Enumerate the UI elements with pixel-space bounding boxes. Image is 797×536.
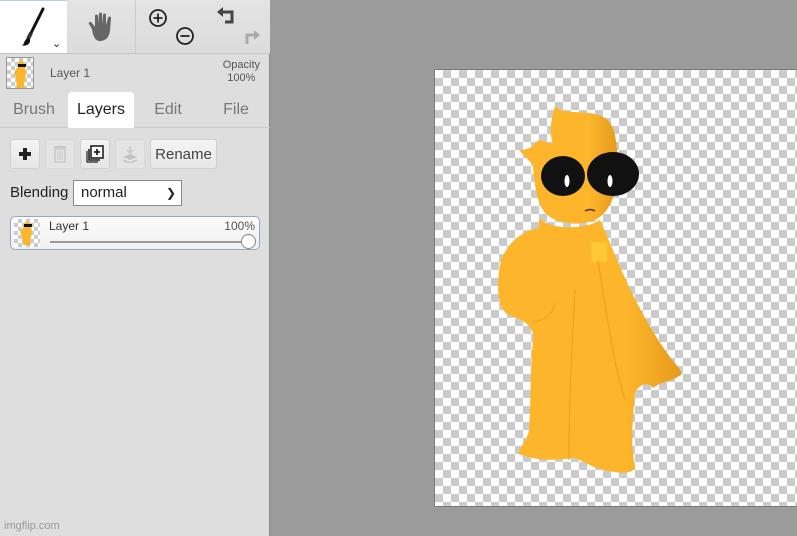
chevron-down-icon: ❯	[165, 186, 176, 200]
sidebar: ⌄ Layer 1 Opacity 100% Brush Layers Edit…	[0, 0, 270, 536]
merge-down-button[interactable]	[115, 139, 145, 169]
merge-down-icon	[122, 146, 138, 163]
delete-layer-button[interactable]	[45, 139, 75, 169]
layer-name: Layer 1	[49, 219, 90, 233]
brush-tool-button[interactable]: ⌄	[0, 0, 67, 53]
blending-label: Blending	[10, 184, 69, 201]
tab-file[interactable]: File	[206, 92, 266, 128]
layer-opacity-slider-handle[interactable]	[241, 234, 256, 249]
plus-icon	[19, 148, 31, 160]
zoom-in-icon[interactable]	[149, 8, 167, 27]
layer-thumbnail	[14, 219, 40, 247]
duplicate-layer-button[interactable]	[80, 139, 110, 169]
panel-tabs: Brush Layers Edit File	[0, 92, 270, 128]
layer-opacity-slider[interactable]	[50, 241, 248, 243]
tab-layers[interactable]: Layers	[68, 92, 134, 128]
tab-brush[interactable]: Brush	[4, 92, 64, 128]
hand-tool-button[interactable]	[67, 0, 135, 53]
watermark: imgflip.com	[4, 520, 60, 532]
blending-mode-value: normal	[81, 184, 127, 201]
undo-icon[interactable]	[217, 6, 234, 23]
opacity-value: 100%	[227, 72, 256, 84]
opacity-label: Opacity	[222, 59, 260, 71]
history-tool-group	[200, 0, 270, 53]
drawing-canvas[interactable]	[434, 69, 797, 507]
tab-edit[interactable]: Edit	[138, 92, 198, 128]
layer-thumbnail	[6, 57, 34, 89]
character-drawing	[498, 106, 682, 473]
duplicate-icon	[86, 145, 104, 163]
layer-opacity-value: 100%	[224, 219, 255, 233]
current-layer-opacity: Opacity 100%	[223, 59, 260, 85]
hand-icon	[88, 12, 111, 41]
add-layer-button[interactable]	[10, 139, 40, 169]
tool-toolbar: ⌄	[0, 0, 270, 54]
layer-list-item[interactable]: Layer 1 100%	[10, 216, 260, 250]
zoom-out-icon[interactable]	[176, 26, 194, 45]
redo-icon[interactable]	[245, 29, 260, 44]
current-layer-header: Layer 1 Opacity 100%	[0, 54, 270, 92]
trash-icon	[54, 146, 66, 163]
blending-mode-select[interactable]: normal ❯	[73, 180, 182, 206]
paintbrush-icon	[20, 7, 44, 46]
current-layer-name: Layer 1	[50, 66, 91, 80]
rename-layer-button[interactable]: Rename	[150, 139, 217, 169]
chevron-down-icon[interactable]: ⌄	[52, 37, 61, 50]
zoom-tool-group	[135, 0, 200, 53]
